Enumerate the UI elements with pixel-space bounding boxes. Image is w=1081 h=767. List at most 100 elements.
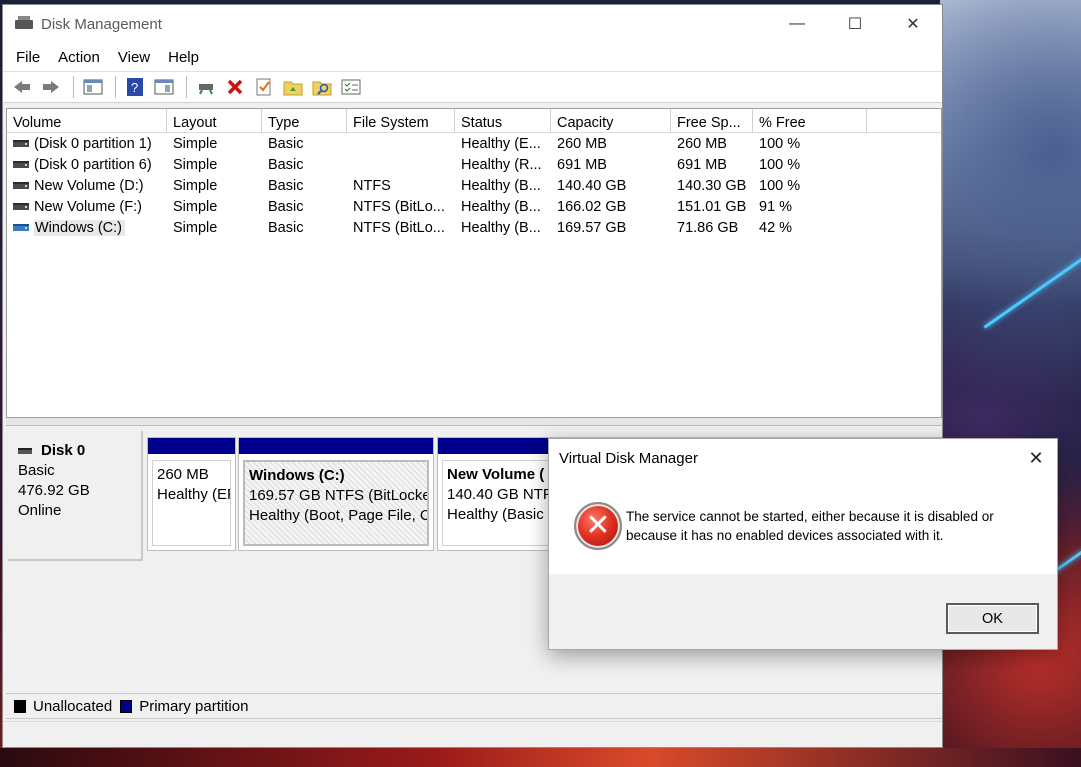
menu-help[interactable]: Help: [159, 49, 208, 66]
legend-primary-partition: Primary partition: [139, 697, 249, 715]
volume-status: Healthy (E...: [461, 135, 541, 152]
column-capacity[interactable]: Capacity: [551, 109, 671, 133]
volume-free-space: 691 MB: [677, 156, 727, 173]
volume-percent-free: 100 %: [759, 135, 801, 152]
error-dialog: Virtual Disk Manager ✕ ✕ The service can…: [548, 438, 1058, 650]
volume-row[interactable]: New Volume (D:) Simple Basic NTFS Health…: [7, 175, 941, 196]
wallpaper-streak: [983, 234, 1081, 329]
help-icon[interactable]: ?: [122, 75, 148, 99]
primary-partition-bar: [239, 438, 433, 454]
pane-splitter[interactable]: [6, 418, 942, 426]
drive-icon: [13, 182, 29, 189]
volume-free-space: 260 MB: [677, 135, 727, 152]
dialog-title-bar[interactable]: Virtual Disk Manager ✕: [549, 439, 1057, 477]
volume-list: Volume Layout Type File System Status Ca…: [6, 108, 942, 418]
partition-efi[interactable]: 260 MB Healthy (EF: [147, 437, 236, 551]
disk-name: Disk 0: [41, 442, 86, 459]
open-folder-icon[interactable]: [280, 75, 306, 99]
menu-action[interactable]: Action: [49, 49, 109, 66]
volume-percent-free: 100 %: [759, 177, 801, 194]
legend: Unallocated Primary partition: [6, 693, 942, 719]
back-arrow-icon[interactable]: [9, 75, 35, 99]
volume-percent-free: 91 %: [759, 198, 793, 215]
disk-info[interactable]: Disk 0 Basic 476.92 GB Online: [8, 431, 143, 561]
volume-type: Basic: [268, 156, 304, 173]
volume-type: Basic: [268, 219, 304, 236]
delete-icon[interactable]: [222, 75, 248, 99]
status-bar: [3, 721, 942, 747]
properties-icon[interactable]: [151, 75, 177, 99]
window-title: Disk Management: [41, 15, 162, 33]
volume-row-selected[interactable]: Windows (C:) Simple Basic NTFS (BitLo...…: [7, 217, 941, 238]
volume-row[interactable]: New Volume (F:) Simple Basic NTFS (BitLo…: [7, 196, 941, 217]
volume-file-system: NTFS (BitLo...: [353, 198, 445, 215]
volume-capacity: 140.40 GB: [557, 177, 627, 194]
drive-icon: [13, 140, 29, 147]
check-icon[interactable]: [251, 75, 277, 99]
disk-state: Online: [18, 502, 62, 519]
disk-type: Basic: [18, 462, 55, 479]
desktop-wallpaper: [940, 0, 1081, 767]
disk-icon: [18, 448, 32, 454]
volume-layout: Simple: [173, 135, 218, 152]
error-icon: ✕: [574, 501, 622, 550]
volume-status: Healthy (B...: [461, 198, 541, 215]
column-percent-free[interactable]: % Free: [753, 109, 867, 133]
volume-layout: Simple: [173, 198, 218, 215]
windows-drive-icon: [13, 224, 29, 231]
partition-status: Healthy (EF: [157, 486, 231, 503]
column-file-system[interactable]: File System: [347, 109, 455, 133]
volume-name: Windows (C:): [34, 219, 126, 236]
volume-type: Basic: [268, 177, 304, 194]
volume-status: Healthy (R...: [461, 156, 542, 173]
volume-capacity: 691 MB: [557, 156, 607, 173]
ok-button[interactable]: OK: [946, 603, 1039, 634]
desktop-wallpaper-bottom: [0, 748, 1081, 767]
svg-text:?: ?: [131, 80, 138, 95]
volume-status: Healthy (B...: [461, 177, 541, 194]
toolbar-separator: [73, 76, 74, 98]
volume-percent-free: 100 %: [759, 156, 801, 173]
volume-name: (Disk 0 partition 6): [34, 156, 152, 173]
column-status[interactable]: Status: [455, 109, 551, 133]
volume-capacity: 169.57 GB: [557, 219, 627, 236]
column-layout[interactable]: Layout: [167, 109, 262, 133]
drive-icon: [13, 161, 29, 168]
dialog-close-button[interactable]: ✕: [1015, 439, 1057, 477]
minimize-button[interactable]: —: [768, 5, 826, 43]
volume-row[interactable]: (Disk 0 partition 1) Simple Basic Health…: [7, 133, 941, 154]
primary-partition-bar: [148, 438, 235, 454]
column-free-space[interactable]: Free Sp...: [671, 109, 753, 133]
maximize-button[interactable]: ☐: [826, 5, 884, 43]
toolbar: ?: [3, 71, 942, 103]
disk-management-icon: [15, 16, 33, 32]
close-button[interactable]: ✕: [884, 5, 942, 43]
volume-layout: Simple: [173, 219, 218, 236]
error-message: The service cannot be started, either be…: [626, 507, 1006, 545]
volume-type: Basic: [268, 135, 304, 152]
volume-free-space: 151.01 GB: [677, 198, 747, 215]
partition-name: Windows (C:): [249, 467, 345, 484]
menu-view[interactable]: View: [109, 49, 159, 66]
volume-file-system: NTFS: [353, 177, 391, 194]
volume-status: Healthy (B...: [461, 219, 541, 236]
volume-row[interactable]: (Disk 0 partition 6) Simple Basic Health…: [7, 154, 941, 175]
title-bar[interactable]: Disk Management — ☐ ✕: [3, 5, 942, 43]
volume-layout: Simple: [173, 177, 218, 194]
column-volume[interactable]: Volume: [7, 109, 167, 133]
search-folder-icon[interactable]: [309, 75, 335, 99]
connect-drive-icon[interactable]: [193, 75, 219, 99]
menu-file[interactable]: File: [7, 49, 49, 66]
console-tree-icon[interactable]: [80, 75, 106, 99]
toolbar-separator: [115, 76, 116, 98]
partition-windows-c[interactable]: Windows (C:) 169.57 GB NTFS (BitLocker H…: [238, 437, 434, 551]
error-message-line: because it has no enabled devices associ…: [626, 527, 944, 543]
partition-size: 260 MB: [157, 466, 209, 483]
column-type[interactable]: Type: [262, 109, 347, 133]
settings-list-icon[interactable]: [338, 75, 364, 99]
legend-unallocated: Unallocated: [33, 697, 113, 715]
partition-status: Healthy (Boot, Page File, Cr: [249, 507, 429, 524]
forward-arrow-icon[interactable]: [38, 75, 64, 99]
volume-free-space: 71.86 GB: [677, 219, 739, 236]
drive-icon: [13, 203, 29, 210]
